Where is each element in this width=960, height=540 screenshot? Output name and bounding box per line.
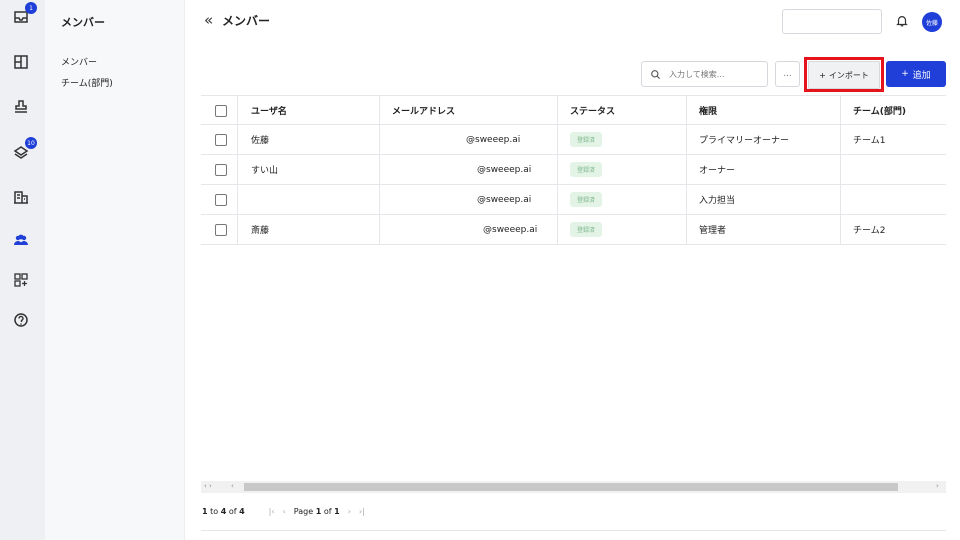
column-header[interactable]: メールアドレス — [392, 96, 455, 125]
page-title: メンバー — [222, 14, 271, 28]
building-icon[interactable] — [11, 187, 31, 207]
add-button[interactable]: + 追加 — [886, 61, 946, 87]
team: チーム1 — [853, 136, 886, 146]
email: @sweeep.ai — [466, 134, 521, 145]
sub-sidebar: メンバー メンバー チーム(部門) — [45, 0, 185, 540]
role: 管理者 — [699, 226, 727, 236]
add-label: 追加 — [912, 70, 931, 81]
user-name: 斎藤 — [251, 226, 270, 236]
status-badge: 登録済 — [570, 162, 603, 177]
stamp-icon[interactable] — [11, 97, 31, 117]
header-selector[interactable] — [782, 9, 882, 34]
column-header[interactable]: チーム(部門) — [853, 96, 906, 125]
tasks-badge: 10 — [25, 137, 37, 149]
row-checkbox[interactable] — [215, 133, 227, 146]
more-button[interactable]: ... — [775, 61, 800, 87]
range-to: 4 — [220, 507, 227, 516]
members-table: ユーザ名 メールアドレス ステータス 権限 チーム(部門) 佐藤 @sweeep… — [201, 95, 946, 245]
user-name: 佐藤 — [251, 136, 270, 146]
page-of-word: of — [323, 507, 332, 516]
status-badge: 登録済 — [570, 192, 603, 207]
row-count: 1 to 4 of 4 — [202, 507, 245, 516]
table-row[interactable]: @sweeep.ai 登録済 入力担当 — [201, 185, 946, 215]
page-count: 1 — [334, 507, 340, 516]
plus-icon: + — [819, 70, 826, 80]
column-header[interactable]: ステータス — [570, 96, 615, 125]
table-row[interactable]: 佐藤 @sweeep.ai 登録済 プライマリーオーナー チーム1 — [201, 125, 946, 155]
scrollbar-thumb[interactable] — [244, 483, 898, 491]
table-row[interactable]: すい山 @sweeep.ai 登録済 オーナー — [201, 155, 946, 185]
role: オーナー — [699, 166, 736, 176]
select-all-checkbox[interactable] — [215, 104, 227, 117]
scroll-right-arrow-icon[interactable]: › — [936, 482, 939, 490]
user-name: すい山 — [251, 166, 279, 176]
last-page-icon[interactable]: ›| — [359, 507, 365, 516]
previous-page-icon[interactable]: ‹ — [283, 507, 286, 516]
role: プライマリーオーナー — [699, 136, 790, 146]
role: 入力担当 — [699, 196, 736, 206]
total-count: 4 — [239, 507, 245, 516]
page-word: Page — [293, 507, 314, 516]
row-checkbox[interactable] — [215, 163, 227, 176]
next-page-icon[interactable]: › — [348, 507, 351, 516]
table-row[interactable]: 斎藤 @sweeep.ai 登録済 管理者 チーム2 — [201, 215, 946, 245]
icon-rail: 1 10 — [0, 0, 45, 540]
ledger-icon[interactable] — [11, 52, 31, 72]
range-of-word: of — [228, 507, 237, 516]
bell-icon[interactable] — [895, 14, 909, 28]
first-page-icon[interactable]: |‹ — [269, 507, 275, 516]
range-to-word: to — [210, 507, 219, 516]
team: チーム2 — [853, 226, 886, 236]
table-header-row: ユーザ名 メールアドレス ステータス 権限 チーム(部門) — [201, 95, 946, 125]
email: @sweeep.ai — [477, 164, 532, 175]
avatar[interactable]: 佐藤 — [922, 12, 942, 32]
subnav-item-teams[interactable]: チーム(部門) — [61, 76, 113, 89]
pagination: 1 to 4 of 4 |‹ ‹ Page 1 of 1 › ›| — [201, 493, 946, 531]
inbox-icon[interactable]: 1 — [11, 2, 37, 27]
row-checkbox[interactable] — [215, 193, 227, 206]
search-input[interactable] — [669, 69, 759, 79]
current-page: 1 — [315, 507, 322, 516]
subnav-item-members[interactable]: メンバー — [61, 55, 97, 68]
column-header[interactable]: 権限 — [699, 96, 717, 125]
apps-icon[interactable] — [11, 270, 31, 290]
range-from: 1 — [202, 507, 208, 516]
help-icon[interactable] — [11, 310, 31, 330]
inbox-badge: 1 — [25, 2, 37, 14]
search-field[interactable] — [641, 61, 768, 87]
import-label: インポート — [828, 70, 869, 80]
horizontal-scrollbar[interactable]: ‹ › ‹ › — [201, 481, 946, 493]
status-badge: 登録済 — [570, 222, 603, 237]
scroll-left-icon[interactable]: ‹ › — [204, 482, 212, 490]
column-header[interactable]: ユーザ名 — [251, 96, 287, 125]
email: @sweeep.ai — [477, 194, 532, 205]
plus-icon: + — [901, 69, 909, 79]
collapse-sidebar-icon[interactable]: « — [204, 11, 213, 29]
subnav-title: メンバー — [61, 16, 105, 29]
email: @sweeep.ai — [483, 224, 538, 235]
status-badge: 登録済 — [570, 132, 603, 147]
row-checkbox[interactable] — [215, 223, 227, 236]
scroll-left-arrow-icon[interactable]: ‹ — [231, 482, 234, 490]
search-icon — [651, 69, 661, 79]
members-icon[interactable] — [11, 230, 31, 250]
page-indicator: Page 1 of 1 — [294, 507, 340, 516]
import-button[interactable]: + インポート — [808, 61, 880, 89]
layers-icon[interactable]: 10 — [11, 137, 37, 162]
